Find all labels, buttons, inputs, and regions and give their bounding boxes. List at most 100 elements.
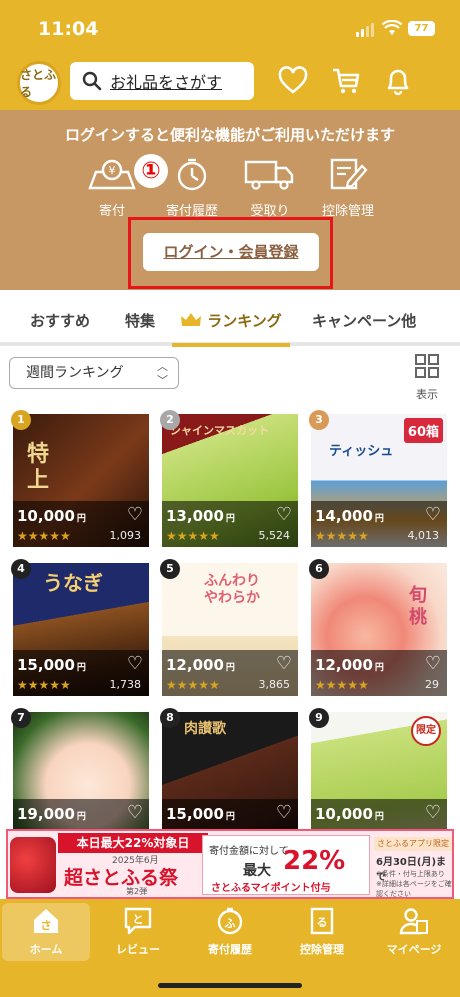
nav-review[interactable]: と レビュー — [94, 903, 182, 961]
campaign-banner[interactable]: 本日最大22%対象日 2025年6月 超さとふる祭 第2弾 寄付金額に対して 最… — [6, 829, 454, 899]
rating-stars: ★★★★★ — [17, 678, 71, 692]
favorite-heart-icon[interactable]: ♡ — [276, 504, 292, 525]
product-price: 10,000 円 — [17, 507, 86, 525]
product-price: 12,000 円 — [166, 656, 235, 674]
product-price: 15,000 円 — [17, 656, 86, 674]
history-icon: ふ — [217, 907, 243, 935]
battery-indicator: 77 — [408, 21, 435, 36]
status-time: 11:04 — [38, 18, 99, 40]
cherry-image — [10, 837, 56, 893]
logo-text: さとふる — [20, 68, 57, 99]
ranking-period-value: 週間ランキング — [26, 365, 124, 381]
rating-stars: ★★★★★ — [166, 529, 220, 543]
donate-icon: ¥ — [88, 159, 136, 190]
review-count: 1,738 — [109, 678, 142, 691]
tab-ranking-label: ランキング — [207, 312, 282, 330]
active-tab-indicator — [172, 343, 290, 347]
product-card[interactable]: 限定 10,000 円 ♡ — [311, 712, 447, 845]
favorite-heart-icon[interactable]: ♡ — [276, 802, 292, 823]
tab-recommended[interactable]: おすすめ — [30, 310, 90, 331]
product-image-label: 肉讃歌 — [184, 721, 226, 737]
app-logo[interactable]: さとふる — [17, 61, 61, 105]
nav-label: 寄付履歴 — [208, 943, 252, 956]
ad-round: 第2弾 — [126, 887, 148, 896]
product-image-label: うなぎ — [43, 571, 103, 595]
grid-view-icon — [415, 354, 439, 378]
product-card[interactable]: シャインマスカット 13,000 円 ♡ ★★★★★ 5,524 — [162, 414, 298, 547]
ad-headline: 本日最大22%対象日 — [58, 833, 208, 853]
nav-mypage[interactable]: マイページ — [370, 903, 458, 961]
nav-donation-history[interactable]: ふ 寄付履歴 — [186, 903, 274, 961]
tab-features[interactable]: 特集 — [125, 310, 155, 331]
nav-home[interactable]: さ ホーム — [2, 903, 90, 961]
rank-badge: 3 — [309, 410, 329, 430]
search-input[interactable]: お礼品をさがす — [70, 62, 254, 100]
svg-text:と: と — [133, 913, 144, 926]
product-image-label: 特上 — [27, 442, 50, 493]
quick-link-receive[interactable]: 受取り — [230, 156, 310, 219]
search-placeholder: お礼品をさがす — [110, 73, 223, 92]
product-card[interactable]: うなぎ 15,000 円 ♡ ★★★★★ 1,738 — [13, 563, 149, 696]
app-header: 11:04 77 さとふる お礼品をさがす — [0, 0, 460, 110]
highlight-box — [128, 217, 333, 289]
rank-badge: 4 — [11, 559, 31, 579]
quick-link-deduction[interactable]: 控除管理 — [308, 156, 388, 219]
user-icon — [399, 908, 428, 935]
cart-icon[interactable] — [331, 66, 361, 96]
review-count: 1,093 — [109, 529, 142, 542]
tab-ranking[interactable]: ランキング — [180, 310, 282, 331]
review-count: 29 — [425, 678, 439, 691]
product-card[interactable]: 旬 桃 12,000 円 ♡ ★★★★★ 29 — [311, 563, 447, 696]
favorite-heart-icon[interactable]: ♡ — [127, 802, 143, 823]
product-card[interactable]: ティッシュ 60箱 14,000 円 ♡ ★★★★★ 4,013 — [311, 414, 447, 547]
nav-deduction[interactable]: る 控除管理 — [278, 903, 366, 961]
product-card[interactable]: ふんわりやわらか 12,000 円 ♡ ★★★★★ 3,865 — [162, 563, 298, 696]
wifi-icon — [382, 20, 402, 35]
favorite-heart-icon[interactable]: ♡ — [127, 504, 143, 525]
bell-icon[interactable] — [383, 66, 413, 96]
view-toggle-button[interactable]: 表示 — [412, 354, 442, 402]
product-image-badge: 60箱 — [403, 418, 443, 443]
nav-label: レビュー — [116, 943, 160, 956]
step-badge: ① — [134, 154, 168, 188]
status-bar: 11:04 77 — [0, 0, 460, 54]
product-image-label: ふんわりやわらか — [204, 573, 260, 606]
rank-badge: 1 — [11, 410, 31, 430]
nav-label: 控除管理 — [300, 943, 344, 956]
rating-stars: ★★★★★ — [315, 529, 369, 543]
rank-badge: 9 — [309, 708, 329, 728]
favorite-heart-icon[interactable]: ♡ — [425, 653, 441, 674]
product-card[interactable]: 19,000 円 ♡ — [13, 712, 149, 845]
nav-label: ホーム — [29, 943, 63, 956]
deduction-icon: る — [310, 907, 334, 935]
tab-campaign[interactable]: キャンペーン他 — [312, 310, 416, 331]
favorite-heart-icon[interactable]: ♡ — [425, 802, 441, 823]
product-image-label: 旬 桃 — [409, 585, 427, 628]
ad-app-only: さとふるアプリ限定 — [374, 837, 452, 851]
home-indicator — [158, 983, 302, 988]
review-count: 4,013 — [407, 529, 440, 542]
product-price: 12,000 円 — [315, 656, 384, 674]
nav-label: マイページ — [386, 943, 442, 956]
ranking-period-select[interactable]: 週間ランキング ︿ ﹀ — [9, 357, 179, 389]
product-price: 19,000 円 — [17, 805, 86, 823]
product-card[interactable]: 特上 10,000 円 ♡ ★★★★★ 1,093 — [13, 414, 149, 547]
heart-icon[interactable] — [278, 66, 308, 96]
favorite-heart-icon[interactable]: ♡ — [276, 653, 292, 674]
select-chevron-icon: ︿ ﹀ — [157, 360, 168, 387]
svg-text:さ: さ — [41, 919, 52, 932]
favorite-heart-icon[interactable]: ♡ — [425, 504, 441, 525]
rank-badge: 6 — [309, 559, 329, 579]
product-price: 14,000 円 — [315, 507, 384, 525]
signal-icon — [356, 23, 374, 37]
product-price: 10,000 円 — [315, 805, 384, 823]
product-price: 13,000 円 — [166, 507, 235, 525]
search-icon — [82, 71, 102, 91]
rank-badge: 7 — [11, 708, 31, 728]
product-card[interactable]: 肉讃歌 15,000 円 ♡ — [162, 712, 298, 845]
favorite-heart-icon[interactable]: ♡ — [127, 653, 143, 674]
document-edit-icon — [330, 158, 368, 190]
category-tabs: おすすめ 特集 ランキング キャンペーン他 — [0, 290, 460, 346]
ad-points-box: 寄付金額に対して 最大 22% さとふるマイポイント付与 — [202, 835, 370, 895]
svg-text:¥: ¥ — [109, 164, 116, 177]
